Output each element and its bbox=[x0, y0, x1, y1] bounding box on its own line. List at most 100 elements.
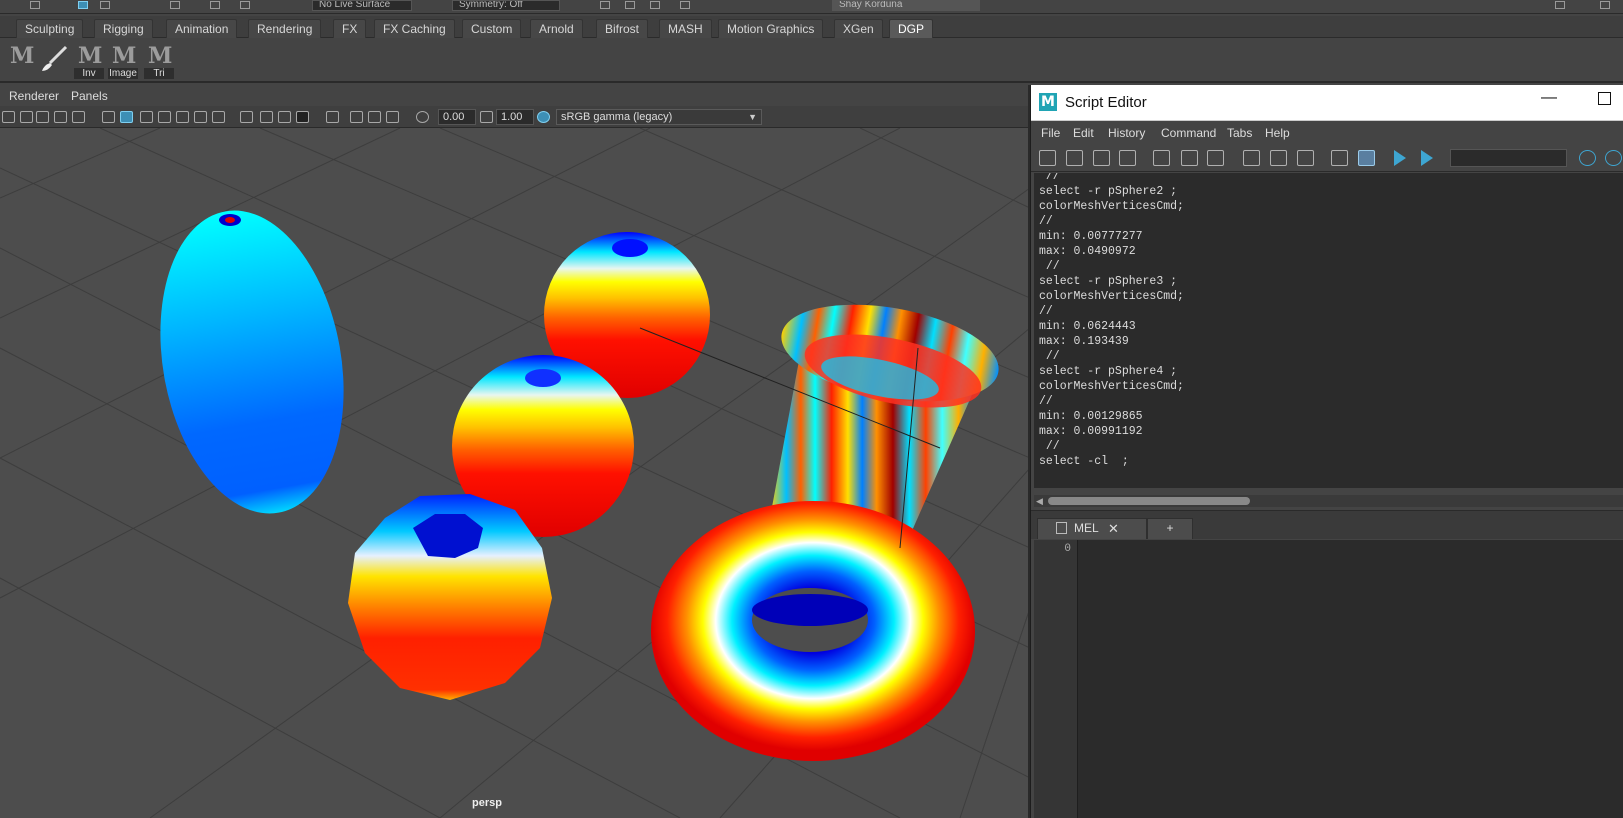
tab-arnold[interactable]: Arnold bbox=[530, 19, 583, 38]
history-scrollbar[interactable]: ◀ bbox=[1034, 495, 1623, 507]
select-tool-icon[interactable] bbox=[30, 1, 40, 9]
gamma-field[interactable]: 1.00 bbox=[496, 109, 534, 125]
tab-animation[interactable]: Animation bbox=[166, 19, 238, 38]
isolate-select-icon[interactable] bbox=[326, 111, 339, 123]
clear-history-icon[interactable] bbox=[1153, 150, 1170, 166]
grid-icon[interactable] bbox=[36, 111, 49, 123]
ambient-occlusion-icon[interactable] bbox=[240, 111, 253, 123]
search-input[interactable] bbox=[1450, 149, 1567, 167]
execute-selected-icon[interactable] bbox=[1421, 150, 1433, 166]
lasso-tool-icon[interactable] bbox=[78, 1, 88, 9]
add-tab-button[interactable]: + bbox=[1147, 518, 1193, 539]
shelf-button-brush[interactable] bbox=[40, 43, 70, 75]
color-management-icon[interactable] bbox=[537, 111, 550, 123]
xray-active-icon[interactable] bbox=[386, 111, 399, 123]
tab-fx[interactable]: FX bbox=[333, 19, 367, 38]
shelf-button-inv[interactable]: M Inv bbox=[74, 43, 104, 79]
workspace-icon[interactable] bbox=[1555, 1, 1565, 9]
menu-renderer[interactable]: Renderer bbox=[9, 89, 59, 103]
history-pane[interactable]: // select -r pSphere2 ; colorMeshVertice… bbox=[1034, 173, 1623, 488]
render-settings-icon[interactable] bbox=[650, 1, 660, 9]
viewport-panel[interactable]: Renderer Panels 0.00 1.00 sRGB gamma (le… bbox=[0, 85, 1030, 818]
menu-edit[interactable]: Edit bbox=[1073, 126, 1094, 140]
tab-sculpting[interactable]: Sculpting bbox=[16, 19, 84, 38]
shadows-icon[interactable] bbox=[212, 111, 225, 123]
image-plane-icon[interactable] bbox=[54, 111, 67, 123]
tab-mash[interactable]: MASH bbox=[659, 19, 712, 38]
snap-curve-icon[interactable] bbox=[210, 1, 220, 9]
motion-blur-icon[interactable] bbox=[260, 111, 273, 123]
colorspace-select[interactable]: sRGB gamma (legacy) ▼ bbox=[556, 109, 762, 125]
line-numbers-icon[interactable] bbox=[1358, 150, 1375, 166]
shelf-button-1[interactable]: M bbox=[6, 43, 36, 75]
layout-icon[interactable] bbox=[1600, 1, 1610, 9]
live-surface-field[interactable]: No Live Surface bbox=[312, 0, 412, 11]
scene-view[interactable] bbox=[0, 128, 1030, 818]
menu-history[interactable]: History bbox=[1108, 126, 1145, 140]
source-script-icon[interactable] bbox=[1066, 150, 1083, 166]
flat-shade-icon[interactable] bbox=[140, 111, 153, 123]
execute-all-icon[interactable] bbox=[1394, 150, 1406, 166]
tab-rendering[interactable]: Rendering bbox=[248, 19, 322, 38]
snap-grid-icon[interactable] bbox=[170, 1, 180, 9]
smooth-shade-icon[interactable] bbox=[120, 111, 133, 123]
shelf-button-image[interactable]: M Image bbox=[108, 43, 138, 79]
exposure-field[interactable]: 0.00 bbox=[438, 109, 476, 125]
menu-command[interactable]: Command bbox=[1161, 126, 1216, 140]
close-icon[interactable]: ✕ bbox=[1108, 519, 1119, 538]
maximize-icon[interactable] bbox=[1598, 92, 1611, 105]
lock-camera-icon[interactable] bbox=[20, 111, 33, 123]
tab-rigging[interactable]: Rigging bbox=[94, 19, 153, 38]
render-icon[interactable] bbox=[600, 1, 610, 9]
show-history-icon[interactable] bbox=[1243, 150, 1260, 166]
xray-joints-icon[interactable] bbox=[368, 111, 381, 123]
lights-icon[interactable] bbox=[194, 111, 207, 123]
tab-bifrost[interactable]: Bifrost bbox=[596, 19, 649, 38]
pane-splitter[interactable] bbox=[1031, 510, 1623, 517]
wireframe-on-shaded-icon[interactable] bbox=[158, 111, 171, 123]
textured-icon[interactable] bbox=[176, 111, 189, 123]
gamma-icon[interactable] bbox=[480, 111, 493, 123]
tab-custom[interactable]: Custom bbox=[462, 19, 522, 38]
scrollbar-thumb[interactable] bbox=[1048, 497, 1250, 505]
menu-tabs[interactable]: Tabs bbox=[1227, 126, 1252, 140]
symmetry-field[interactable]: Symmetry: Off bbox=[452, 0, 560, 11]
save-to-shelf-icon[interactable] bbox=[1119, 150, 1136, 166]
sphere-pSphere4[interactable] bbox=[348, 494, 552, 700]
minimize-icon[interactable]: — bbox=[1541, 89, 1557, 107]
script-editor-titlebar[interactable]: M Script Editor — bbox=[1031, 85, 1623, 121]
snap-point-icon[interactable] bbox=[240, 1, 250, 9]
search-up-icon[interactable] bbox=[1605, 150, 1622, 166]
wireframe-icon[interactable] bbox=[102, 111, 115, 123]
tab-dgp[interactable]: DGP bbox=[889, 19, 934, 38]
open-script-icon[interactable] bbox=[1039, 150, 1056, 166]
menu-file[interactable]: File bbox=[1041, 126, 1060, 140]
menu-help[interactable]: Help bbox=[1265, 126, 1290, 140]
anti-aliasing-icon[interactable] bbox=[278, 111, 291, 123]
ellipsoid-pSphere1[interactable] bbox=[138, 196, 366, 528]
tab-fx-caching[interactable]: FX Caching bbox=[374, 19, 455, 38]
search-down-icon[interactable] bbox=[1579, 150, 1596, 166]
hypershade-icon[interactable] bbox=[680, 1, 690, 9]
shelf-button-tri[interactable]: M Tri bbox=[144, 43, 174, 79]
exposure-icon[interactable] bbox=[416, 111, 429, 123]
ipr-icon[interactable] bbox=[625, 1, 635, 9]
depth-of-field-icon[interactable] bbox=[296, 111, 309, 123]
xray-icon[interactable] bbox=[350, 111, 363, 123]
tab-mel[interactable]: MEL ✕ bbox=[1037, 518, 1147, 539]
tab-motion-graphics[interactable]: Motion Graphics bbox=[718, 19, 824, 38]
menu-panels[interactable]: Panels bbox=[71, 89, 108, 103]
resolution-gate-icon[interactable] bbox=[72, 111, 85, 123]
camera-icon[interactable] bbox=[2, 111, 15, 123]
clear-all-icon[interactable] bbox=[1207, 150, 1224, 166]
tab-xgen[interactable]: XGen bbox=[834, 19, 883, 38]
clear-input-icon[interactable] bbox=[1181, 150, 1198, 166]
torus-pTorus1[interactable] bbox=[651, 501, 975, 761]
paint-select-icon[interactable] bbox=[100, 1, 110, 9]
show-input-icon[interactable] bbox=[1270, 150, 1287, 166]
echo-commands-icon[interactable] bbox=[1331, 150, 1348, 166]
show-both-icon[interactable] bbox=[1297, 150, 1314, 166]
scroll-left-icon[interactable]: ◀ bbox=[1036, 496, 1043, 507]
input-pane[interactable]: 0 bbox=[1034, 540, 1623, 818]
save-script-icon[interactable] bbox=[1093, 150, 1110, 166]
